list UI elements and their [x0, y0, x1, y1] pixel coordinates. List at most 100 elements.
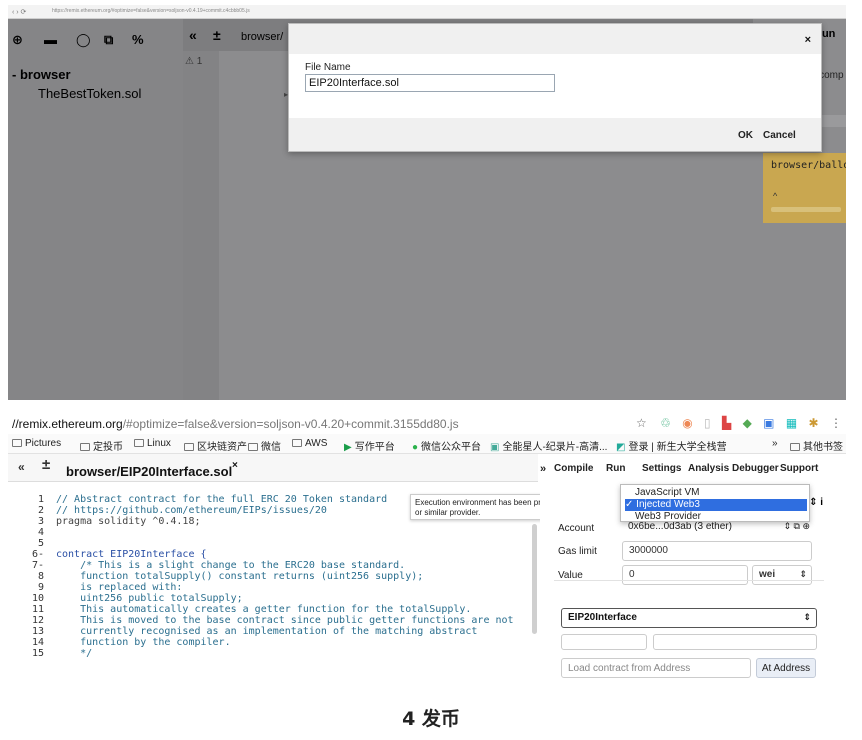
- action-field[interactable]: [561, 634, 647, 650]
- expand-icon[interactable]: »: [540, 463, 546, 475]
- line-number: 7-: [31, 560, 44, 571]
- tab-analysis[interactable]: Analysis: [688, 463, 729, 474]
- address-bar[interactable]: https://remix.ethereum.org/#optimize=fal…: [52, 8, 352, 17]
- ballot-file-text: browser/ballot: [771, 160, 846, 171]
- collapse-left-icon[interactable]: «: [189, 27, 197, 43]
- dropdown-option[interactable]: Web3 Provider: [625, 511, 807, 523]
- close-icon[interactable]: ×: [805, 34, 811, 46]
- font-size-icon[interactable]: ±: [213, 27, 221, 43]
- tab-run[interactable]: Run: [606, 463, 625, 474]
- url-host: //remix.ethereum.org: [12, 417, 123, 431]
- unit-select[interactable]: wei ⇕: [752, 565, 812, 585]
- bookmark-item[interactable]: AWS: [292, 438, 327, 449]
- bookmark-label: 登录 | 新生大学全栈营: [628, 442, 727, 453]
- bookmark-label: 其他书签: [803, 442, 843, 453]
- code-line: is replaced with:: [56, 582, 183, 593]
- bookmark-label: 写作平台: [354, 442, 395, 453]
- line-number: 15: [31, 648, 44, 659]
- line-number: 11: [31, 604, 44, 615]
- bookmark-item[interactable]: 微信: [248, 438, 281, 453]
- account-label: Account: [558, 523, 595, 534]
- extension-icon[interactable]: ▦: [786, 416, 797, 430]
- code-line: // Abstract contract for the full ERC 20…: [56, 494, 388, 505]
- unit-value: wei: [759, 569, 776, 580]
- tab-compile[interactable]: Compile: [554, 463, 593, 474]
- editor-tab[interactable]: browser/: [241, 31, 283, 43]
- environment-dropdown[interactable]: JavaScript VM ✓ Injected Web3 Web3 Provi…: [620, 484, 823, 523]
- gutter-warning-line: ⚠ 1: [185, 56, 203, 67]
- tv-icon: ▣: [490, 442, 500, 453]
- copy-icon[interactable]: ⧉: [104, 32, 113, 48]
- font-size-icon[interactable]: ±: [42, 456, 50, 473]
- code-line: */: [56, 648, 93, 659]
- folder-icon: [790, 443, 800, 451]
- file-tree-item[interactable]: TheBestToken.sol: [38, 86, 141, 101]
- editor-gutter: [183, 51, 219, 400]
- bookmark-item[interactable]: ▣ 全能星人-纪录片-高清...: [490, 438, 607, 453]
- folder-icon[interactable]: ▬: [44, 32, 57, 47]
- dropdown-option[interactable]: JavaScript VM: [625, 487, 807, 499]
- folder-icon: [134, 439, 144, 447]
- extension-icon[interactable]: ▣: [763, 416, 774, 430]
- bookmark-item[interactable]: 其他书签: [790, 438, 843, 453]
- cancel-button[interactable]: Cancel: [763, 130, 796, 141]
- extension-icon[interactable]: ▙: [722, 416, 731, 430]
- extension-icon[interactable]: ◆: [743, 416, 752, 430]
- nav-arrows-icon[interactable]: ‹ › ⟳: [12, 8, 26, 16]
- file-name-input[interactable]: EIP20Interface.sol: [305, 74, 555, 92]
- ok-button[interactable]: OK: [738, 130, 753, 141]
- line-number: 6-: [31, 549, 44, 560]
- github-icon[interactable]: ◯: [76, 32, 91, 48]
- tab-support[interactable]: Support: [780, 463, 818, 474]
- editor-scrollbar[interactable]: [532, 524, 537, 634]
- line-number: 9: [37, 582, 44, 593]
- url-text[interactable]: //remix.ethereum.org/#optimize=false&ver…: [12, 417, 459, 431]
- line-number: 8: [37, 571, 44, 582]
- extension-icon[interactable]: ✱: [809, 416, 819, 430]
- star-icon[interactable]: ☆: [636, 416, 647, 430]
- bookmark-item[interactable]: Linux: [134, 438, 171, 449]
- extension-icon[interactable]: ▯: [704, 416, 711, 430]
- info-icon[interactable]: ⇕ i: [809, 497, 823, 508]
- load-address-input[interactable]: Load contract from Address: [561, 658, 751, 678]
- right-panel-tabs: » Compile Run Settings Analysis Debugger…: [540, 454, 846, 482]
- more-bookmarks-icon[interactable]: »: [772, 438, 778, 449]
- select-arrow-icon: ⇕: [799, 569, 807, 579]
- plus-circle-icon[interactable]: ⊕: [12, 32, 23, 48]
- extension-icon[interactable]: ◉: [682, 416, 692, 430]
- close-icon[interactable]: ×: [232, 460, 238, 471]
- line-number: 14: [31, 637, 44, 648]
- bookmark-item[interactable]: 区块链资产: [184, 438, 247, 453]
- line-number: 3: [37, 516, 44, 527]
- bookmark-item[interactable]: ◩ 登录 | 新生大学全栈营: [616, 438, 727, 453]
- bookmark-item[interactable]: ▶ 写作平台: [344, 438, 395, 453]
- code-line: This is moved to the base contract since…: [56, 615, 514, 626]
- at-address-button[interactable]: At Address: [756, 658, 816, 678]
- bookmark-label: Pictures: [25, 438, 62, 449]
- editor-tab[interactable]: browser/EIP20Interface.sol: [66, 464, 232, 479]
- tab-settings[interactable]: Settings: [642, 463, 681, 474]
- bookmark-item[interactable]: Pictures: [12, 438, 61, 449]
- code-line: function totalSupply() constant returns …: [56, 571, 424, 582]
- code-line: contract EIP20Interface {: [56, 549, 207, 560]
- code-line: /* This is a slight change to the ERC20 …: [56, 560, 406, 571]
- file-tree-root[interactable]: - browser: [12, 67, 71, 82]
- bookmark-item[interactable]: 定投币: [80, 438, 123, 453]
- url-path: /#optimize=false&version=soljson-v0.4.20…: [122, 417, 459, 431]
- value-input[interactable]: 0: [622, 565, 748, 585]
- contract-select[interactable]: EIP20Interface ⇕: [561, 608, 817, 628]
- collapse-left-icon[interactable]: «: [18, 460, 25, 474]
- bookmark-item[interactable]: ● 微信公众平台: [412, 438, 481, 453]
- caret-icon[interactable]: ^: [773, 191, 777, 201]
- tab-debugger[interactable]: Debugger: [732, 463, 779, 474]
- extension-icon[interactable]: ♲: [660, 416, 671, 430]
- menu-icon[interactable]: ⋮: [830, 416, 842, 430]
- dropdown-option-selected[interactable]: ✓ Injected Web3: [625, 499, 807, 511]
- scrollbar[interactable]: [771, 207, 841, 212]
- bookmark-label: 区块链资产: [197, 442, 247, 453]
- remix-run-tab-screenshot: //remix.ethereum.org/#optimize=false&ver…: [8, 412, 846, 680]
- args-field[interactable]: [653, 634, 817, 650]
- gas-limit-input[interactable]: 3000000: [622, 541, 812, 561]
- address-bar[interactable]: //remix.ethereum.org/#optimize=false&ver…: [8, 412, 846, 434]
- link-icon[interactable]: %: [132, 32, 144, 47]
